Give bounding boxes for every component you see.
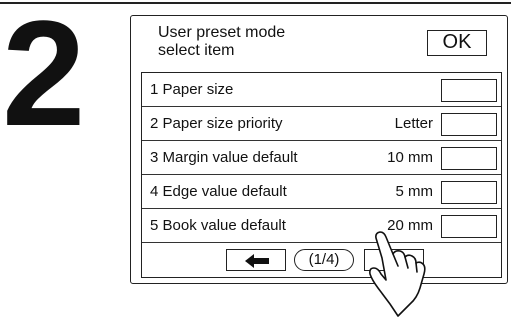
panel-title-line2: select item [158,42,235,59]
pointing-hand-icon [369,231,426,317]
panel-title-line1: User preset mode [158,24,286,41]
item-label: 4 Edge value default [150,183,287,200]
list-item-paper-size-priority[interactable]: 2 Paper size priority Letter [142,107,501,141]
page-indicator: (1/4) [294,249,354,271]
item-value: 5 mm [395,183,434,200]
item-label: 5 Book value default [150,217,286,234]
item-select-box[interactable] [441,79,497,102]
step-number: 2 [2,0,85,157]
ok-button[interactable]: OK [427,30,487,56]
previous-page-button[interactable] [226,249,286,271]
item-label: 1 Paper size [150,81,234,98]
item-label: 2 Paper size priority [150,115,283,132]
item-value: Letter [394,115,433,132]
item-select-box[interactable] [441,113,497,136]
item-select-box[interactable] [441,147,497,170]
list-item-margin-value-default[interactable]: 3 Margin value default 10 mm [142,141,501,175]
panel-title: User preset mode select item [158,24,398,60]
item-label: 3 Margin value default [150,149,298,166]
item-select-box[interactable] [441,181,497,204]
arrow-left-icon [245,254,269,268]
list-item-edge-value-default[interactable]: 4 Edge value default 5 mm [142,175,501,209]
item-value: 10 mm [387,149,433,166]
list-item-paper-size[interactable]: 1 Paper size [142,73,501,107]
